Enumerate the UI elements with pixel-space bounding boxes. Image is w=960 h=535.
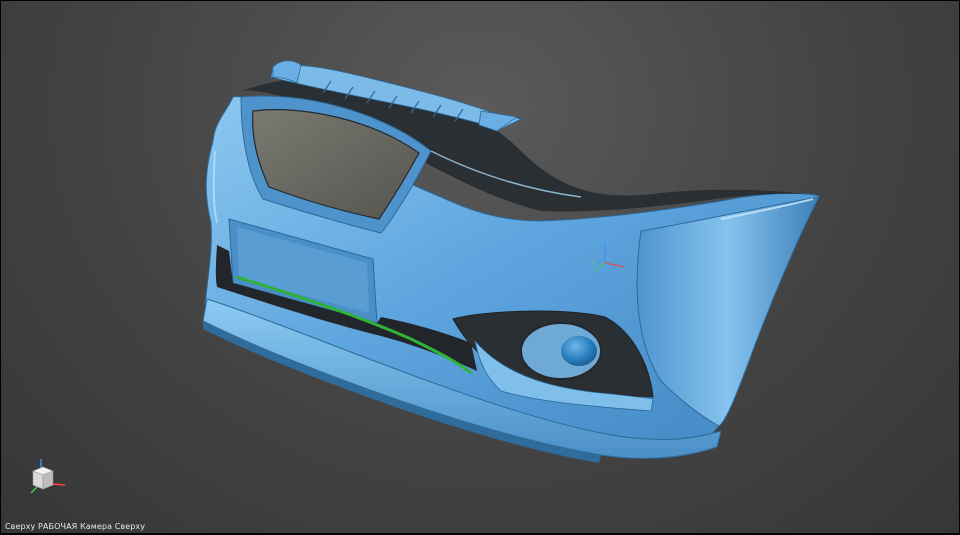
transform-gizmo-icon[interactable]: Z Y	[589, 233, 633, 277]
bumper-model[interactable]	[1, 1, 959, 533]
fog-light-lens	[561, 336, 597, 366]
viewcube-icon[interactable]	[27, 457, 71, 497]
gizmo-axis-y: Y	[590, 260, 595, 267]
viewport-top[interactable]: Z Y Сверху РАБОЧАЯ Камера Сверху	[1, 1, 959, 533]
gizmo-axis-z: Z	[607, 238, 611, 245]
viewport-label[interactable]: Сверху РАБОЧАЯ Камера Сверху	[5, 522, 145, 531]
